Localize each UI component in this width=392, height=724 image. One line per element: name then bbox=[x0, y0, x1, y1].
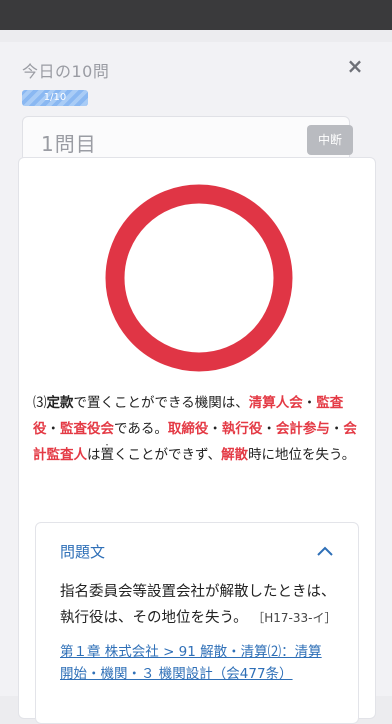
explanation-segment: 執行役 bbox=[221, 421, 263, 437]
explanation-segment: 置く bbox=[101, 447, 128, 463]
explanation-segment: 解散 bbox=[221, 447, 249, 463]
page-title: 今日の10問 bbox=[22, 62, 110, 81]
question-text: 指名委員会等設置会社が解散したときは、執行役は、その地位を失う。 ［H17-33… bbox=[60, 579, 346, 631]
explanation-segment: ・ bbox=[302, 395, 317, 411]
explanation-segment: 会計参与 bbox=[275, 421, 330, 437]
explanation-segment: は bbox=[87, 447, 101, 463]
chapter-link-continued[interactable]: 開始・機関・３ 機関設計（会477条） bbox=[60, 663, 350, 685]
chevron-up-icon[interactable] bbox=[316, 545, 334, 557]
progress-badge: 1/10 bbox=[22, 90, 88, 106]
chapter-link[interactable]: 第１章 株式会社 > 91 解散・清算⑵：清算 bbox=[60, 641, 350, 663]
pause-button[interactable]: 中断 bbox=[307, 125, 353, 155]
explanation-segment: 時に地位を失う。 bbox=[248, 447, 356, 463]
status-bar bbox=[0, 0, 392, 30]
correct-circle-icon bbox=[105, 184, 293, 372]
question-number: 1問目 bbox=[41, 132, 97, 156]
explanation-segment: ・ bbox=[262, 421, 276, 437]
explanation-segment: ことができず、 bbox=[127, 447, 222, 463]
explanation-text: ⑶定款で置くことができる機関は、清算人会・監査役・監査役会である。取締役・執行役… bbox=[33, 390, 359, 468]
explanation-segment: 取締役 bbox=[167, 421, 209, 437]
answer-card: ⑶定款で置くことができる機関は、清算人会・監査役・監査役会である。取締役・執行役… bbox=[18, 157, 376, 724]
explanation-segment: ・ bbox=[208, 421, 222, 437]
close-icon[interactable]: × bbox=[344, 55, 366, 77]
question-panel: 問題文 指名委員会等設置会社が解散したときは、執行役は、その地位を失う。 ［H1… bbox=[35, 522, 359, 724]
explanation-segment: である。 bbox=[114, 421, 168, 437]
explanation-segment: 清算人会 bbox=[248, 395, 303, 411]
explanation-segment: ・ bbox=[329, 421, 344, 437]
question-panel-heading[interactable]: 問題文 bbox=[60, 541, 105, 562]
explanation-segment: で置くことができる機関は、 bbox=[73, 395, 249, 411]
explanation-segment: ・ bbox=[46, 421, 61, 437]
explanation-marker: ⑶ bbox=[33, 395, 47, 411]
question-reference: ［H17-33-イ］ bbox=[252, 611, 337, 625]
explanation-segment: 定款 bbox=[46, 395, 74, 411]
